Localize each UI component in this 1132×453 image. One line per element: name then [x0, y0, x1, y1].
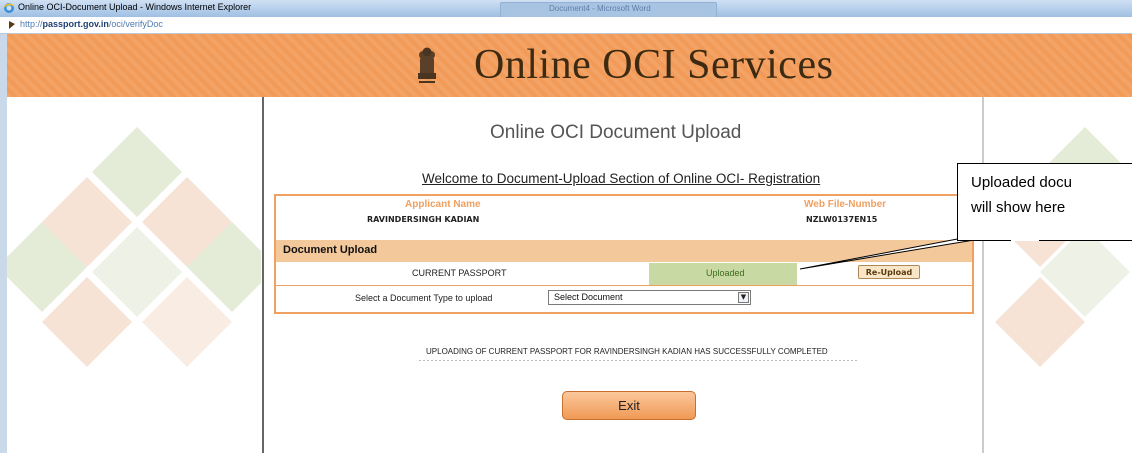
- section-title: Document Upload: [283, 244, 378, 256]
- window-title: Online OCI-Document Upload - Windows Int…: [18, 2, 252, 12]
- applicant-name-label: Applicant Name: [405, 199, 481, 210]
- diamond-pattern-left: [7, 127, 261, 367]
- url-text[interactable]: http://passport.gov.in/oci/verifyDoc: [20, 19, 163, 29]
- window-titlebar: Online OCI-Document Upload - Windows Int…: [0, 0, 1132, 18]
- annotation-callout-text: Uploaded docu will show here: [971, 170, 1072, 220]
- document-type-select[interactable]: Select Document ▼: [548, 290, 751, 305]
- site-title: Online OCI Services: [474, 42, 834, 88]
- word-window-title: Document4 - Microsoft Word: [549, 4, 651, 13]
- web-file-number-label: Web File-Number: [804, 199, 887, 210]
- document-name: CURRENT PASSPORT: [412, 268, 507, 278]
- callout-line-1: Uploaded docu: [971, 174, 1072, 191]
- chevron-down-icon[interactable]: ▼: [738, 292, 749, 303]
- national-emblem-icon: [418, 47, 436, 83]
- diamond-pattern-right: [995, 127, 1130, 367]
- upload-success-message: UPLOADING OF CURRENT PASSPORT FOR RAVIND…: [426, 347, 828, 356]
- document-upload-section-bar: [276, 240, 972, 262]
- row-divider: [276, 285, 972, 286]
- left-decorative-pane: [7, 97, 261, 453]
- welcome-text: Welcome to Document-Upload Section of On…: [422, 171, 821, 186]
- internet-explorer-icon: [3, 3, 15, 13]
- web-file-number-value: NZLW0137EN15: [806, 215, 878, 224]
- exit-button[interactable]: Exit: [562, 391, 696, 420]
- document-type-label: Select a Document Type to upload: [355, 293, 493, 303]
- re-upload-button[interactable]: Re-Upload: [858, 265, 920, 279]
- document-type-selected-value: Select Document: [554, 292, 623, 302]
- address-bar[interactable]: http://passport.gov.in/oci/verifyDoc: [0, 17, 1132, 34]
- applicant-name-value: RAVINDERSINGH KADIAN: [367, 215, 480, 224]
- callout-line-2: will show here: [971, 199, 1066, 216]
- message-divider: [419, 360, 859, 361]
- taskbar-word-tab[interactable]: Document4 - Microsoft Word: [500, 2, 717, 18]
- right-decorative-pane: [985, 97, 1132, 453]
- upload-status-text: Uploaded: [706, 268, 745, 278]
- page-title: Online OCI Document Upload: [490, 122, 742, 143]
- site-favicon-icon: [9, 21, 15, 29]
